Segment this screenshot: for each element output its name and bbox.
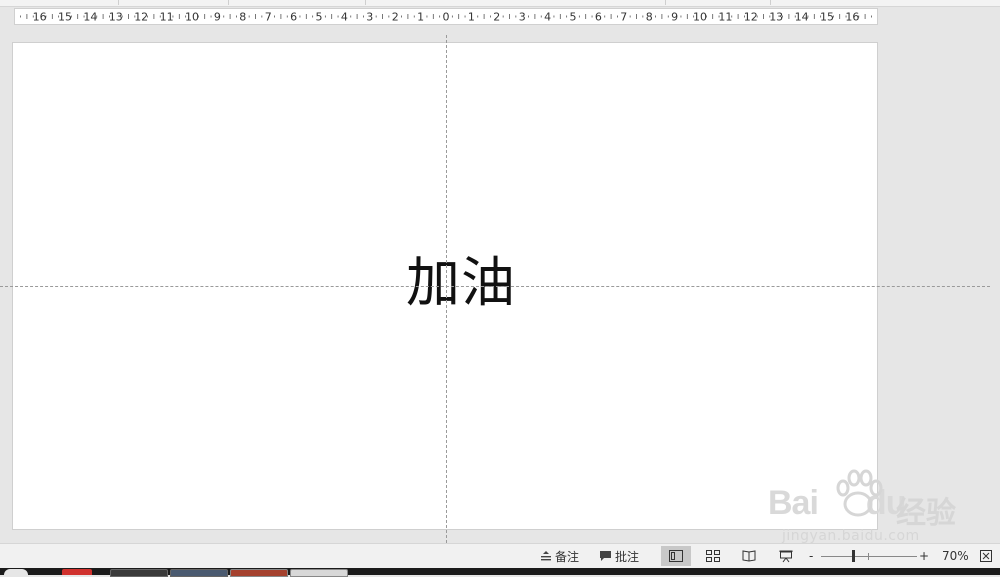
ruler-label: 14 — [83, 11, 97, 24]
ruler-label: 6 — [290, 11, 297, 24]
notes-button[interactable]: 备注 — [540, 547, 579, 565]
ruler-label: 11 — [160, 11, 174, 24]
ruler-label: 1 — [417, 11, 424, 24]
status-bar: 备注 批注 - + 70% — [0, 543, 1000, 568]
comments-button[interactable]: 批注 — [599, 547, 639, 565]
comments-icon — [600, 551, 611, 561]
taskbar-app-red[interactable] — [62, 569, 92, 575]
taskbar-app-blue[interactable] — [170, 569, 228, 577]
ruler-label: 9 — [214, 11, 221, 24]
ruler-label: 9 — [671, 11, 678, 24]
ruler-label: 10 — [185, 11, 199, 24]
horizontal-guide[interactable] — [0, 286, 990, 287]
ruler-label: 12 — [744, 11, 758, 24]
reading-view-icon — [742, 550, 756, 562]
slide-sorter-button[interactable] — [698, 546, 728, 566]
slide-text-box[interactable]: 加油 — [393, 238, 529, 317]
ruler-label: 8 — [239, 11, 246, 24]
zoom-out-label: - — [809, 549, 814, 563]
notes-label: 备注 — [555, 549, 580, 564]
ruler-label: 6 — [595, 11, 602, 24]
paw-icon — [836, 469, 883, 517]
taskbar-app-powerpoint[interactable] — [230, 569, 288, 577]
ruler-label: 4 — [341, 11, 348, 24]
ruler-label: 8 — [646, 11, 653, 24]
notes-icon — [541, 551, 551, 561]
baidu-watermark: Bai du 经验 jingyan.baidu.com — [768, 466, 998, 546]
ribbon-bottom-edge — [0, 0, 1000, 7]
ruler-label: 16 — [845, 11, 859, 24]
slide-sorter-icon — [706, 550, 720, 562]
zoom-in-label: + — [919, 549, 930, 563]
ruler-label: 11 — [718, 11, 732, 24]
ruler-label: 0 — [443, 11, 450, 24]
horizontal-ruler[interactable]: 16 15 14 13 12 11 10 9 8 7 6 5 4 3 2 1 0 1 2 3 4 5 6 7 8 9 10 11 12 1… — [14, 8, 878, 25]
ruler-label: 7 — [265, 11, 272, 24]
zoom-level-label: 70% — [942, 549, 969, 563]
ruler-label: 16 — [33, 11, 47, 24]
ruler-label: 7 — [620, 11, 627, 24]
start-button[interactable] — [4, 569, 28, 575]
slideshow-button[interactable] — [771, 546, 801, 566]
windows-taskbar — [0, 568, 1000, 577]
ruler-label: 5 — [570, 11, 577, 24]
ruler-label: 5 — [316, 11, 323, 24]
ruler-label: 10 — [693, 11, 707, 24]
ruler-label: 15 — [820, 11, 834, 24]
zoom-slider-thumb[interactable] — [852, 550, 855, 562]
normal-view-icon — [669, 550, 683, 562]
ruler-label: 15 — [58, 11, 72, 24]
zoom-level[interactable]: 70% — [942, 547, 969, 565]
taskbar-app-light[interactable] — [290, 569, 348, 577]
ruler-label: 3 — [519, 11, 526, 24]
ruler-label: 14 — [795, 11, 809, 24]
ruler-label: 13 — [769, 11, 783, 24]
zoom-out-button[interactable]: - — [809, 547, 813, 565]
ruler-label: 13 — [109, 11, 123, 24]
zoom-in-button[interactable]: + — [919, 547, 929, 565]
fit-window-button[interactable] — [976, 546, 996, 566]
comments-label: 批注 — [615, 549, 640, 564]
ruler-label: 3 — [366, 11, 373, 24]
fit-window-icon — [980, 550, 992, 562]
ruler-label: 4 — [544, 11, 551, 24]
ruler-scale: 16 15 14 13 12 11 10 9 8 7 6 5 4 3 2 1 0 1 2 3 4 5 6 7 8 9 10 11 12 1… — [20, 11, 872, 24]
watermark-url: jingyan.baidu.com — [782, 528, 920, 544]
ruler-label: 2 — [392, 11, 399, 24]
reading-view-button[interactable] — [734, 546, 764, 566]
ruler-label: 12 — [134, 11, 148, 24]
vertical-guide[interactable] — [446, 35, 447, 543]
ruler-label: 1 — [468, 11, 475, 24]
normal-view-button[interactable] — [661, 546, 691, 566]
ruler-label: 2 — [493, 11, 500, 24]
taskbar-app-dark[interactable] — [110, 569, 168, 577]
zoom-slider-midpoint — [868, 553, 869, 560]
watermark-cn-text: 经验 — [896, 496, 956, 531]
zoom-slider-track[interactable] — [821, 556, 917, 557]
slideshow-icon — [779, 550, 793, 562]
